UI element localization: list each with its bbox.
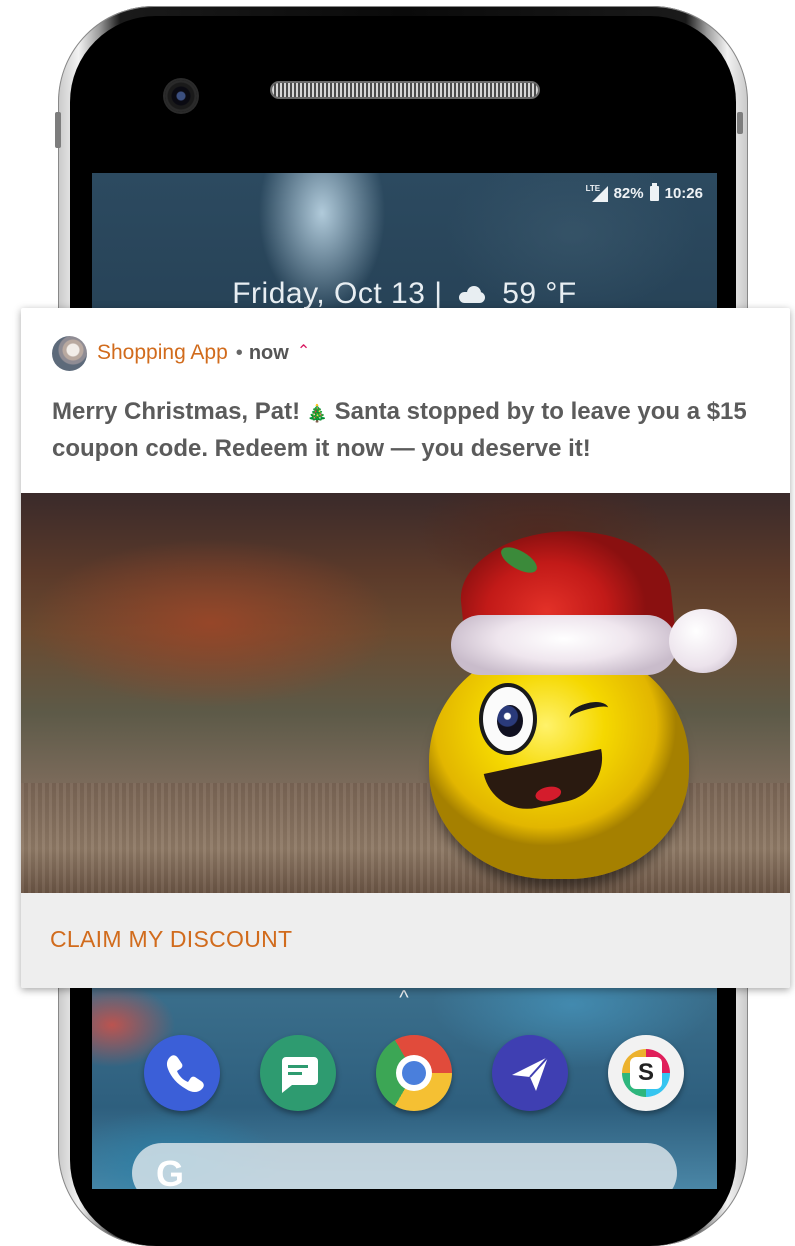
inbox-app-icon[interactable] <box>492 1035 568 1111</box>
notification-header: Shopping App • now ⌃ <box>52 335 310 371</box>
battery-percent: 82% <box>613 185 644 202</box>
notification-card[interactable]: Shopping App • now ⌃ Merry Christmas, Pa… <box>21 308 790 988</box>
smiley-ball-image <box>429 643 689 879</box>
network-type-label: LTE <box>585 183 601 193</box>
notification-hero-image <box>21 493 790 893</box>
notification-actions: CLAIM MY DISCOUNT <box>21 893 790 988</box>
smiley-open-eye <box>479 683 537 755</box>
notification-message: Merry Christmas, Pat! 🎄 Santa stopped by… <box>52 394 767 466</box>
status-bar: LTE 82% 10:26 <box>585 183 703 202</box>
notification-app-name: Shopping App <box>97 341 228 364</box>
claim-discount-button[interactable]: CLAIM MY DISCOUNT <box>50 926 292 953</box>
app-avatar-icon <box>52 335 87 371</box>
battery-icon <box>649 183 659 201</box>
cloud-icon <box>457 286 487 303</box>
smiley-mouth <box>483 749 611 817</box>
christmas-tree-icon: 🎄 <box>306 404 328 423</box>
chevron-up-icon[interactable]: ⌃ <box>297 341 310 361</box>
santa-hat-pompom <box>669 609 737 673</box>
chrome-app-icon[interactable] <box>376 1035 452 1111</box>
glance-temperature: 59 °F <box>502 277 577 310</box>
google-search-bar[interactable]: G <box>132 1143 677 1189</box>
slack-app-icon[interactable]: S <box>608 1035 684 1111</box>
notification-time: now <box>248 341 289 364</box>
signal-icon: LTE <box>585 183 608 202</box>
side-button-right <box>737 112 743 134</box>
front-camera-icon <box>165 80 197 112</box>
glance-date: Friday, Oct 13 | <box>232 277 443 310</box>
at-a-glance-widget[interactable]: Friday, Oct 13 | 59 °F <box>92 277 717 311</box>
slack-s-glyph: S <box>630 1057 662 1089</box>
app-drawer-chevron-icon[interactable]: ^ <box>392 988 416 1008</box>
message-greeting: Merry Christmas, Pat! <box>52 398 301 425</box>
phone-app-icon[interactable] <box>144 1035 220 1111</box>
earpiece-speaker <box>272 83 538 97</box>
side-button-left <box>55 112 61 148</box>
clock: 10:26 <box>664 185 703 202</box>
app-dock: S <box>144 1035 684 1111</box>
santa-hat-brim <box>451 615 677 675</box>
messages-app-icon[interactable] <box>260 1035 336 1111</box>
google-g-icon: G <box>156 1153 185 1189</box>
smiley-wink-eye <box>567 698 611 728</box>
header-separator: • <box>235 341 243 364</box>
